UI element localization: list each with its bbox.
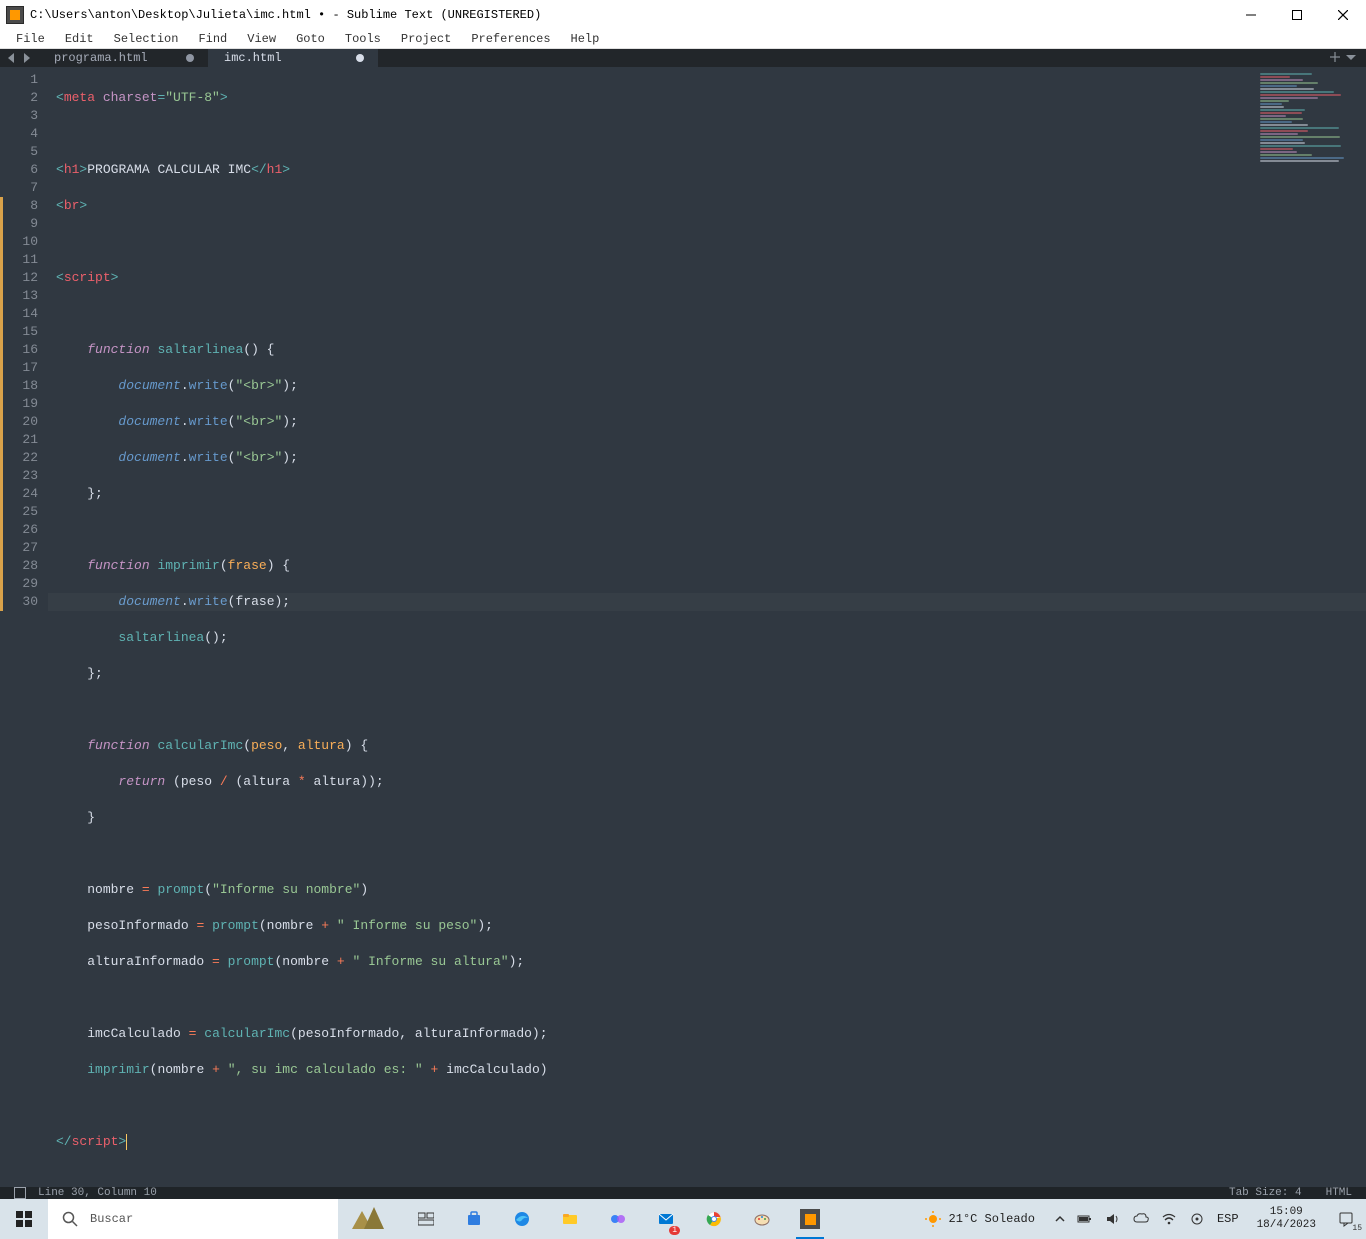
menu-edit[interactable]: Edit <box>57 30 102 48</box>
dirty-indicator-icon <box>186 54 194 62</box>
taskbar-clock[interactable]: 15:09 18/4/2023 <box>1247 1206 1326 1232</box>
menu-project[interactable]: Project <box>393 30 459 48</box>
sun-icon <box>925 1211 941 1227</box>
start-button[interactable] <box>0 1199 48 1239</box>
chrome-icon[interactable] <box>694 1199 734 1239</box>
clock-time: 15:09 <box>1257 1206 1316 1219</box>
tab-nav-arrows[interactable] <box>0 49 38 67</box>
close-button[interactable] <box>1320 0 1366 30</box>
system-tray[interactable]: ESP <box>1047 1211 1247 1227</box>
text-cursor <box>126 1134 127 1150</box>
onedrive-icon[interactable] <box>1133 1211 1149 1227</box>
paint-icon[interactable] <box>742 1199 782 1239</box>
menu-tools[interactable]: Tools <box>337 30 389 48</box>
menu-file[interactable]: File <box>8 30 53 48</box>
edge-icon[interactable] <box>502 1199 542 1239</box>
task-view-button[interactable] <box>406 1199 446 1239</box>
wifi-icon[interactable] <box>1161 1211 1177 1227</box>
location-icon[interactable] <box>1189 1211 1205 1227</box>
clock-date: 18/4/2023 <box>1257 1219 1316 1232</box>
volume-icon[interactable] <box>1105 1211 1121 1227</box>
cursor-position[interactable]: Line 30, Column 10 <box>38 1187 157 1199</box>
dirty-indicator-icon <box>356 54 364 62</box>
windows-taskbar: Buscar 1 21°C Soleado ESP 15:09 18/4/202… <box>0 1199 1366 1239</box>
weather-text: 21°C Soleado <box>949 1212 1035 1226</box>
sublime-icon[interactable] <box>790 1199 830 1239</box>
copilot-icon[interactable] <box>598 1199 638 1239</box>
explorer-icon[interactable] <box>550 1199 590 1239</box>
language-indicator[interactable]: ESP <box>1217 1212 1239 1226</box>
menu-help[interactable]: Help <box>563 30 608 48</box>
store-icon[interactable] <box>454 1199 494 1239</box>
minimap[interactable] <box>1256 67 1366 1187</box>
menu-goto[interactable]: Goto <box>288 30 333 48</box>
tab-label: programa.html <box>54 51 148 65</box>
menu-view[interactable]: View <box>239 30 284 48</box>
battery-icon[interactable] <box>1077 1211 1093 1227</box>
syntax-mode[interactable]: HTML <box>1326 1187 1352 1199</box>
menu-bar: File Edit Selection Find View Goto Tools… <box>0 30 1366 49</box>
status-bar: Line 30, Column 10 Tab Size: 4 HTML <box>0 1187 1366 1199</box>
panel-toggle-icon[interactable] <box>14 1187 26 1199</box>
tab-bar: programa.html imc.html <box>0 49 1366 67</box>
maximize-button[interactable] <box>1274 0 1320 30</box>
line-number-gutter: 1234567891011121314151617181920212223242… <box>0 67 48 1187</box>
search-icon <box>62 1211 78 1227</box>
tab-label: imc.html <box>224 51 282 65</box>
taskbar-search[interactable]: Buscar <box>48 1199 338 1239</box>
notification-center[interactable]: 15 <box>1326 1199 1366 1239</box>
tab-programa[interactable]: programa.html <box>38 49 208 67</box>
window-titlebar: C:\Users\anton\Desktop\Julieta\imc.html … <box>0 0 1366 30</box>
menu-find[interactable]: Find <box>190 30 235 48</box>
new-tab-button[interactable] <box>1330 49 1340 67</box>
tab-menu-button[interactable] <box>1346 49 1356 67</box>
menu-preferences[interactable]: Preferences <box>463 30 558 48</box>
minimize-button[interactable] <box>1228 0 1274 30</box>
search-placeholder: Buscar <box>90 1212 133 1226</box>
menu-selection[interactable]: Selection <box>106 30 187 48</box>
mail-icon[interactable]: 1 <box>646 1199 686 1239</box>
app-icon <box>6 6 24 24</box>
code-content[interactable]: <meta charset="UTF-8"> <h1>PROGRAMA CALC… <box>48 67 1256 1187</box>
editor-area[interactable]: 1234567891011121314151617181920212223242… <box>0 67 1366 1187</box>
weather-widget[interactable]: 21°C Soleado <box>913 1211 1047 1227</box>
tab-imc[interactable]: imc.html <box>208 49 378 67</box>
tray-chevron-icon[interactable] <box>1055 1214 1065 1224</box>
taskbar-widget-icon[interactable] <box>338 1199 398 1239</box>
tab-size[interactable]: Tab Size: 4 <box>1229 1187 1302 1199</box>
window-title: C:\Users\anton\Desktop\Julieta\imc.html … <box>30 8 1228 22</box>
